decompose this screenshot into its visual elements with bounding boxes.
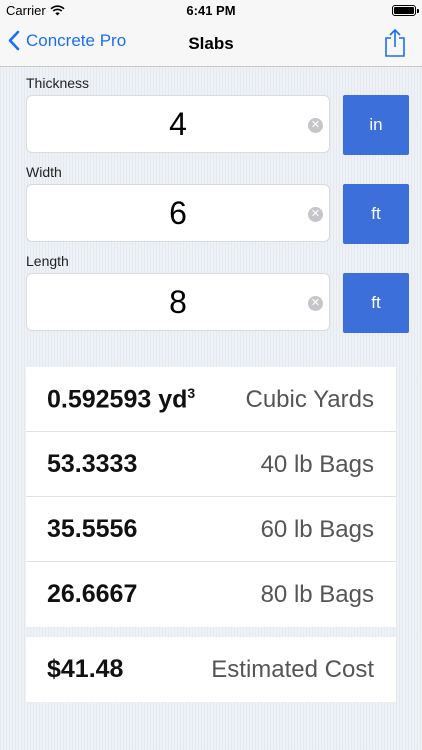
bags-60lb-label: 60 lb Bags [260, 516, 374, 543]
estimated-cost-row: $41.48 Estimated Cost [26, 637, 396, 702]
clear-length-icon[interactable]: ✕ [308, 296, 323, 311]
cubic-exponent: 3 [187, 385, 196, 401]
bags-40lb-row: 53.3333 40 lb Bags [26, 432, 396, 497]
battery-icon [392, 5, 419, 16]
battery-fill [394, 7, 414, 14]
page-title: Slabs [188, 34, 234, 53]
results-card: 0.592593 yd3 Cubic Yards 53.3333 40 lb B… [26, 367, 396, 627]
bags-40lb-value: 53.3333 [47, 450, 138, 478]
cubic-yards-row: 0.592593 yd3 Cubic Yards [26, 367, 396, 432]
thickness-unit-button[interactable]: in [343, 95, 409, 155]
length-input[interactable] [26, 273, 330, 331]
navigation-bar: Concrete Pro Slabs [0, 22, 422, 67]
clear-thickness-icon[interactable]: ✕ [308, 118, 323, 133]
cubic-yards-value: 0.592593 yd3 [47, 385, 196, 414]
length-label: Length [26, 253, 69, 269]
clear-width-icon[interactable]: ✕ [308, 207, 323, 222]
thickness-input[interactable] [26, 95, 330, 153]
share-button[interactable] [384, 28, 406, 63]
length-unit-button[interactable]: ft [343, 273, 409, 333]
width-input[interactable] [26, 184, 330, 242]
bags-40lb-label: 40 lb Bags [260, 451, 374, 478]
width-unit-button[interactable]: ft [343, 184, 409, 244]
bags-60lb-value: 35.5556 [47, 515, 138, 543]
thickness-label: Thickness [26, 75, 90, 91]
bags-80lb-value: 26.6667 [47, 580, 138, 608]
width-label: Width [26, 164, 62, 180]
estimated-cost-card: $41.48 Estimated Cost [26, 637, 396, 702]
share-icon [385, 28, 405, 57]
bags-60lb-row: 35.5556 60 lb Bags [26, 497, 396, 562]
status-time: 6:41 PM [186, 3, 236, 18]
estimated-cost-value: $41.48 [47, 655, 124, 683]
bags-80lb-label: 80 lb Bags [260, 581, 374, 608]
status-bar: Carrier 6:41 PM [0, 0, 422, 22]
cubic-yards-label: Cubic Yards [245, 386, 374, 413]
bags-80lb-row: 26.6667 80 lb Bags [26, 562, 396, 627]
estimated-cost-label: Estimated Cost [211, 656, 374, 683]
